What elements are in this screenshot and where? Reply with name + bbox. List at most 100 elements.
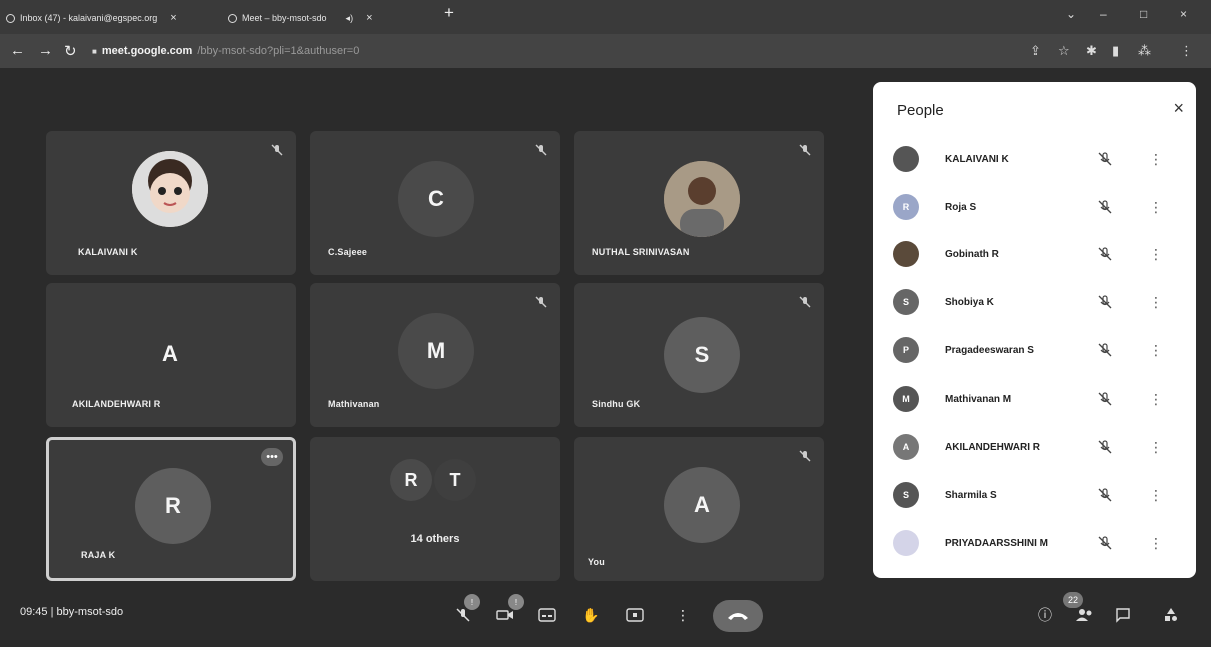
meeting-code: bby-msot-sdo — [56, 606, 124, 618]
participant-row[interactable]: Gobinath R ⋮ — [873, 231, 1196, 277]
reload-button[interactable]: ↻ — [64, 42, 77, 60]
camera-off-icon — [496, 610, 513, 620]
gmail-icon — [6, 13, 15, 23]
participant-tile[interactable]: M Mathivanan — [310, 283, 560, 427]
mic-off-icon[interactable] — [1097, 199, 1113, 215]
avatar: R — [893, 194, 919, 220]
participant-row[interactable]: S Sharmila S ⋮ — [873, 472, 1196, 518]
avatar: A — [664, 467, 740, 543]
more-options-button[interactable]: ⋮ — [1149, 247, 1163, 261]
tab-label: Meet – bby-msot-sdo — [242, 13, 327, 23]
chat-icon — [1116, 608, 1130, 623]
more-options-button[interactable]: ⋮ — [1149, 152, 1163, 166]
minimize-button[interactable]: – — [1100, 7, 1107, 21]
captions-button[interactable] — [532, 600, 562, 630]
avatar: R — [390, 459, 432, 501]
camera-toggle-button[interactable]: ! — [490, 594, 524, 630]
browser-tab-bar: Inbox (47) - kalaivani@egspec.org × Meet… — [0, 0, 1211, 34]
participant-tile[interactable]: ••• R RAJA K — [46, 437, 296, 581]
participant-tile[interactable]: A AKILANDEHWARI R — [46, 283, 296, 427]
participant-name: Mathivanan M — [945, 393, 1012, 405]
close-window-button[interactable]: × — [1180, 7, 1187, 21]
tab-label: Inbox (47) - kalaivani@egspec.org — [20, 13, 158, 23]
mic-off-icon[interactable] — [1097, 487, 1113, 503]
avatar: M — [398, 313, 474, 389]
avatar: T — [434, 459, 476, 501]
close-panel-button[interactable]: × — [1173, 98, 1184, 119]
people-panel: People × KALAIVANI K ⋮ R Roja S ⋮ Gobinath R ⋮… — [873, 82, 1196, 578]
participant-row[interactable]: R Roja S ⋮ — [873, 184, 1196, 230]
avatar: C — [398, 161, 474, 237]
raise-hand-button[interactable]: ✋ — [576, 600, 606, 630]
chat-button[interactable] — [1108, 600, 1138, 630]
back-button[interactable]: ← — [10, 42, 25, 59]
restore-button[interactable]: □ — [1140, 7, 1147, 21]
participant-name: Mathivanan — [328, 399, 380, 409]
mic-off-icon[interactable] — [1097, 391, 1113, 407]
participant-name: KALAIVANI K — [945, 153, 1009, 165]
activities-button[interactable] — [1156, 600, 1186, 630]
participant-row[interactable]: S Shobiya K ⋮ — [873, 279, 1196, 325]
participant-row[interactable]: PRIYADAARSSHINI M ⋮ — [873, 520, 1196, 566]
mic-off-icon[interactable] — [1097, 535, 1113, 551]
mic-off-icon[interactable] — [1097, 294, 1113, 310]
tab-close-button[interactable]: × — [170, 12, 176, 24]
more-icon: ⋮ — [676, 606, 690, 623]
more-options-button[interactable]: ⋮ — [668, 600, 698, 630]
url-input[interactable]: ■ meet.google.com /bby-msot-sdo?pli=1&au… — [92, 40, 592, 62]
new-tab-button[interactable]: + — [444, 3, 454, 23]
meeting-info-button[interactable]: ⓘ — [1030, 600, 1060, 630]
avatar-letter: A — [694, 492, 710, 517]
participant-tile[interactable]: NUTHAL SRINIVASAN — [574, 131, 824, 275]
address-bar-row: ← → ↻ ■ meet.google.com /bby-msot-sdo?pl… — [0, 34, 1211, 68]
tab-gmail[interactable]: Inbox (47) - kalaivani@egspec.org × — [6, 6, 177, 30]
avatar: A — [893, 434, 919, 460]
more-options-button[interactable]: ⋮ — [1149, 343, 1163, 357]
share-icon[interactable]: ⇪ — [1030, 43, 1041, 59]
others-count-label: 14 others — [410, 533, 460, 545]
more-options-button[interactable]: ••• — [261, 448, 283, 466]
avatar-letter: S — [694, 342, 710, 367]
participant-row[interactable]: P Pragadeeswaran S ⋮ — [873, 327, 1196, 373]
url-host: meet.google.com — [101, 45, 193, 57]
participant-tile[interactable]: S Sindhu GK — [574, 283, 824, 427]
participant-row[interactable]: A AKILANDEHWARI R ⋮ — [873, 424, 1196, 470]
participant-row[interactable]: KALAIVANI K ⋮ — [873, 136, 1196, 182]
participant-tile[interactable]: C C.Sajeee — [310, 131, 560, 275]
warning-badge: ! — [508, 594, 524, 610]
extensions-icon[interactable]: ✱ — [1086, 43, 1097, 59]
mic-off-icon[interactable] — [1097, 342, 1113, 358]
participant-name: Gobinath R — [945, 248, 999, 260]
mic-off-icon[interactable] — [1097, 246, 1113, 262]
more-options-button[interactable]: ⋮ — [1149, 392, 1163, 406]
more-options-button[interactable]: ⋮ — [1149, 200, 1163, 214]
mic-off-icon — [535, 296, 547, 308]
more-options-button[interactable]: ⋮ — [1149, 488, 1163, 502]
participant-name: AKILANDEHWARI R — [945, 441, 1040, 453]
info-icon: ⓘ — [1038, 607, 1052, 623]
side-panel-icon[interactable]: ▮ — [1112, 43, 1119, 59]
participant-tile[interactable]: KALAIVANI K — [46, 131, 296, 275]
more-options-button[interactable]: ⋮ — [1149, 536, 1163, 550]
participant-name: Sindhu GK — [592, 399, 641, 409]
others-tile[interactable]: R T 14 others — [310, 437, 560, 581]
profile-icon[interactable]: ⁂ — [1138, 43, 1151, 59]
bookmark-star-icon[interactable]: ☆ — [1058, 43, 1070, 59]
participant-row[interactable]: M Mathivanan M ⋮ — [873, 376, 1196, 422]
tab-close-button[interactable]: × — [366, 12, 372, 24]
mic-off-icon[interactable] — [1097, 151, 1113, 167]
mic-toggle-button[interactable]: ! — [448, 594, 480, 630]
chevron-down-icon[interactable]: ⌄ — [1066, 7, 1076, 21]
avatar-letter: C — [428, 186, 444, 211]
mic-off-icon — [271, 144, 283, 156]
avatar-letter: R — [165, 493, 181, 518]
more-options-button[interactable]: ⋮ — [1149, 295, 1163, 309]
self-tile[interactable]: A You — [574, 437, 824, 581]
end-call-button[interactable] — [713, 600, 763, 632]
tab-meet[interactable]: Meet – bby-msot-sdo ◂) × — [228, 6, 373, 30]
menu-icon[interactable]: ⋮ — [1180, 43, 1193, 59]
mic-off-icon[interactable] — [1097, 439, 1113, 455]
present-button[interactable] — [620, 600, 650, 630]
more-options-button[interactable]: ⋮ — [1149, 440, 1163, 454]
forward-button[interactable]: → — [38, 42, 53, 59]
